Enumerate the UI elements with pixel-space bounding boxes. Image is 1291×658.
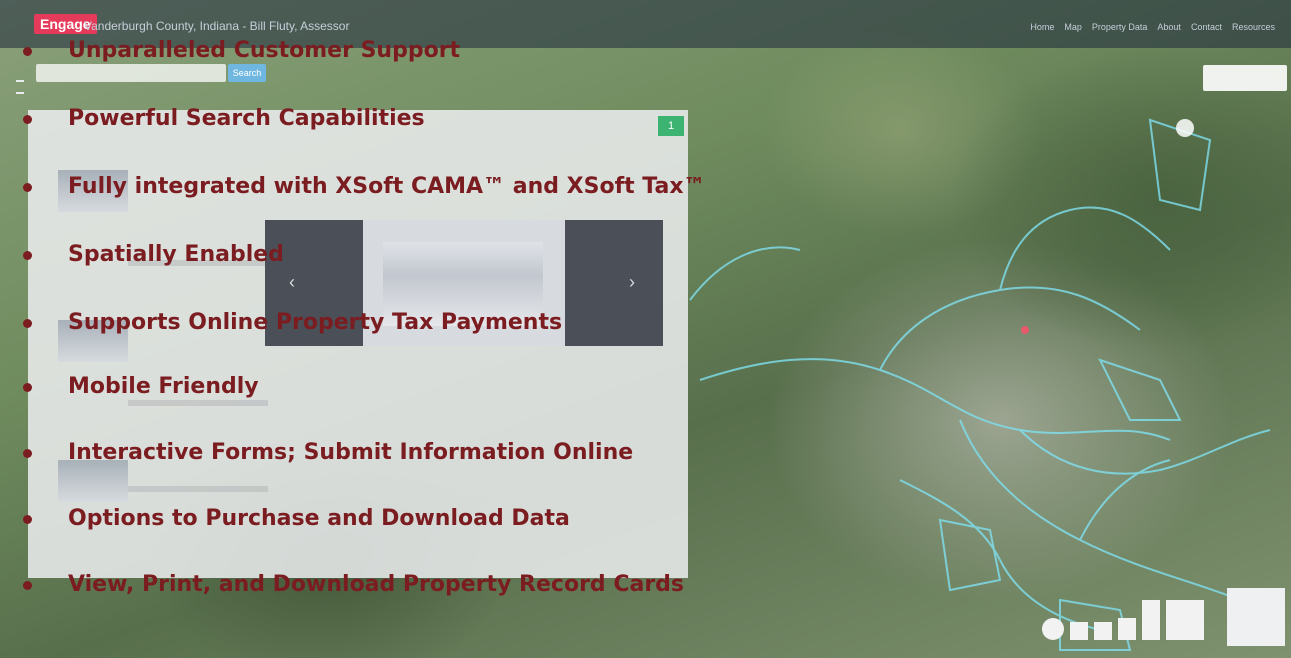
feature-text: Mobile Friendly [68,374,259,399]
result-count-badge[interactable]: 1 [658,116,684,136]
bullet-icon [23,47,32,56]
feature-text: Powerful Search Capabilities [68,106,425,131]
chevron-left-icon: ‹ [289,272,295,292]
feature-text: Interactive Forms; Submit Information On… [68,440,634,465]
nav-home[interactable]: Home [1030,22,1054,32]
nav-about[interactable]: About [1157,22,1181,32]
zoom-level-block[interactable] [1094,622,1112,640]
zoom-level-dot[interactable] [1042,618,1064,640]
bullet-icon [23,383,32,392]
feature-text: Options to Purchase and Download Data [68,506,570,531]
feature-text: View, Print, and Download Property Recor… [68,572,685,597]
map-zoom-controls [1042,600,1204,640]
zoom-level-block[interactable] [1166,600,1204,640]
nav-property-data[interactable]: Property Data [1092,22,1148,32]
zoom-level-block[interactable] [1118,618,1136,640]
bullet-icon [23,515,32,524]
search-button[interactable]: Search [228,64,266,82]
nav-map[interactable]: Map [1064,22,1082,32]
chevron-right-icon: › [629,272,635,292]
bullet-icon [23,449,32,458]
bullet-icon [23,115,32,124]
bullet-icon [23,183,32,192]
bullet-icon [23,319,32,328]
result-address [128,486,268,492]
zoom-level-block[interactable] [1070,622,1088,640]
bullet-icon [23,251,32,260]
basemap-toggle[interactable] [1227,588,1285,646]
nav-resources[interactable]: Resources [1232,22,1275,32]
feature-text: Spatially Enabled [68,242,284,267]
feature-text: Unparalleled Customer Support [68,38,461,63]
search-input[interactable] [36,64,226,82]
map-search-box[interactable] [1203,65,1287,91]
feature-text: Fully integrated with XSoft CAMA™ and XS… [68,174,706,199]
nav-contact[interactable]: Contact [1191,22,1222,32]
zoom-level-block[interactable] [1142,600,1160,640]
app-title: Vanderburgh County, Indiana - Bill Fluty… [84,19,350,33]
bullet-icon [23,581,32,590]
feature-text: Supports Online Property Tax Payments [68,310,563,335]
carousel-next-button[interactable]: › [565,220,663,346]
menu-icon[interactable] [16,80,24,94]
top-nav: Home Map Property Data About Contact Res… [1030,22,1275,32]
